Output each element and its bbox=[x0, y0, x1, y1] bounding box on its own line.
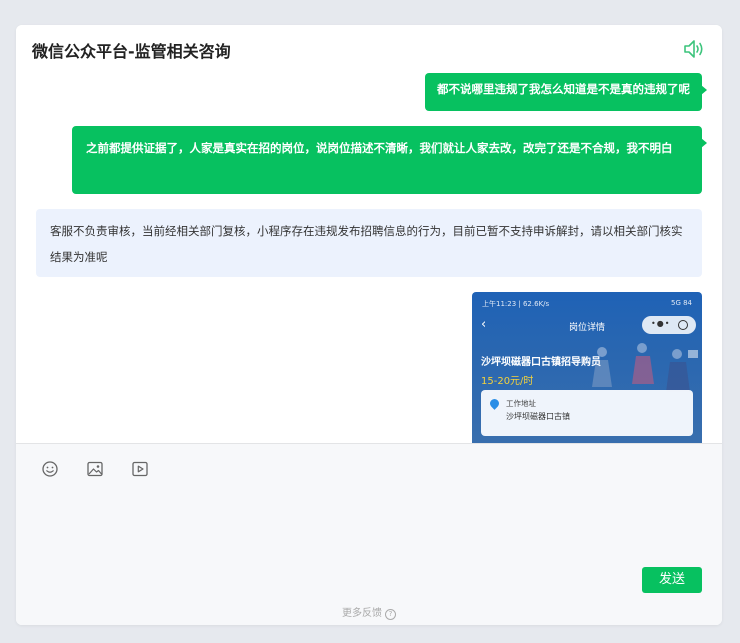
job-title: 沙坪坝磁器口古镇招导购员 bbox=[481, 357, 601, 368]
chat-header: 微信公众平台-监管相关咨询 bbox=[16, 25, 722, 74]
video-icon[interactable] bbox=[131, 460, 149, 478]
emoji-icon[interactable] bbox=[41, 460, 59, 478]
close-ring-icon bbox=[678, 320, 688, 330]
message-incoming: 客服不负责审核，当前经相关部门复核，小程序存在违规发布招聘信息的行为，目前已暂不… bbox=[36, 209, 702, 277]
more-feedback-label: 更多反馈 bbox=[342, 608, 382, 619]
message-outgoing: 之前都提供证据了，人家是真实在招的岗位，说岗位描述不清晰，我们就让人家去改，改完… bbox=[72, 126, 707, 194]
message-outgoing: 都不说哪里违规了我怎么知道是不是真的违规了呢 bbox=[425, 73, 707, 111]
message-list[interactable]: 都不说哪里违规了我怎么知道是不是真的违规了呢 之前都提供证据了，人家是真实在招的… bbox=[16, 73, 722, 443]
location-pin-icon bbox=[488, 397, 501, 410]
address-card: 工作地址 沙坪坝磁器口古镇 bbox=[481, 390, 693, 436]
more-feedback-link[interactable]: 更多反馈? bbox=[16, 604, 722, 620]
address-value: 沙坪坝磁器口古镇 bbox=[506, 412, 570, 421]
phone-status-right: 5G 84 bbox=[670, 299, 692, 307]
phone-status-left: 上午11:23 | 62.6K/s bbox=[482, 300, 550, 308]
page-title: 微信公众平台-监管相关咨询 bbox=[32, 42, 231, 61]
more-dots-icon: •●• bbox=[651, 319, 671, 328]
help-icon: ? bbox=[385, 609, 396, 620]
job-salary: 15-20元/时 bbox=[481, 376, 534, 387]
image-message[interactable]: 上午11:23 | 62.6K/s 5G 84 ‹ 岗位详情 •●• 沙坪坝磁器… bbox=[472, 292, 702, 443]
composer[interactable]: 发送 更多反馈? bbox=[16, 443, 722, 625]
chat-window: 微信公众平台-监管相关咨询 都不说哪里违规了我怎么知道是不是真的违规了呢 之前都… bbox=[16, 25, 722, 625]
send-button[interactable]: 发送 bbox=[642, 567, 702, 593]
address-label: 工作地址 bbox=[506, 399, 536, 408]
speaker-icon[interactable] bbox=[682, 38, 706, 60]
image-icon[interactable] bbox=[86, 460, 104, 478]
miniprogram-capsule: •●• bbox=[642, 316, 696, 334]
